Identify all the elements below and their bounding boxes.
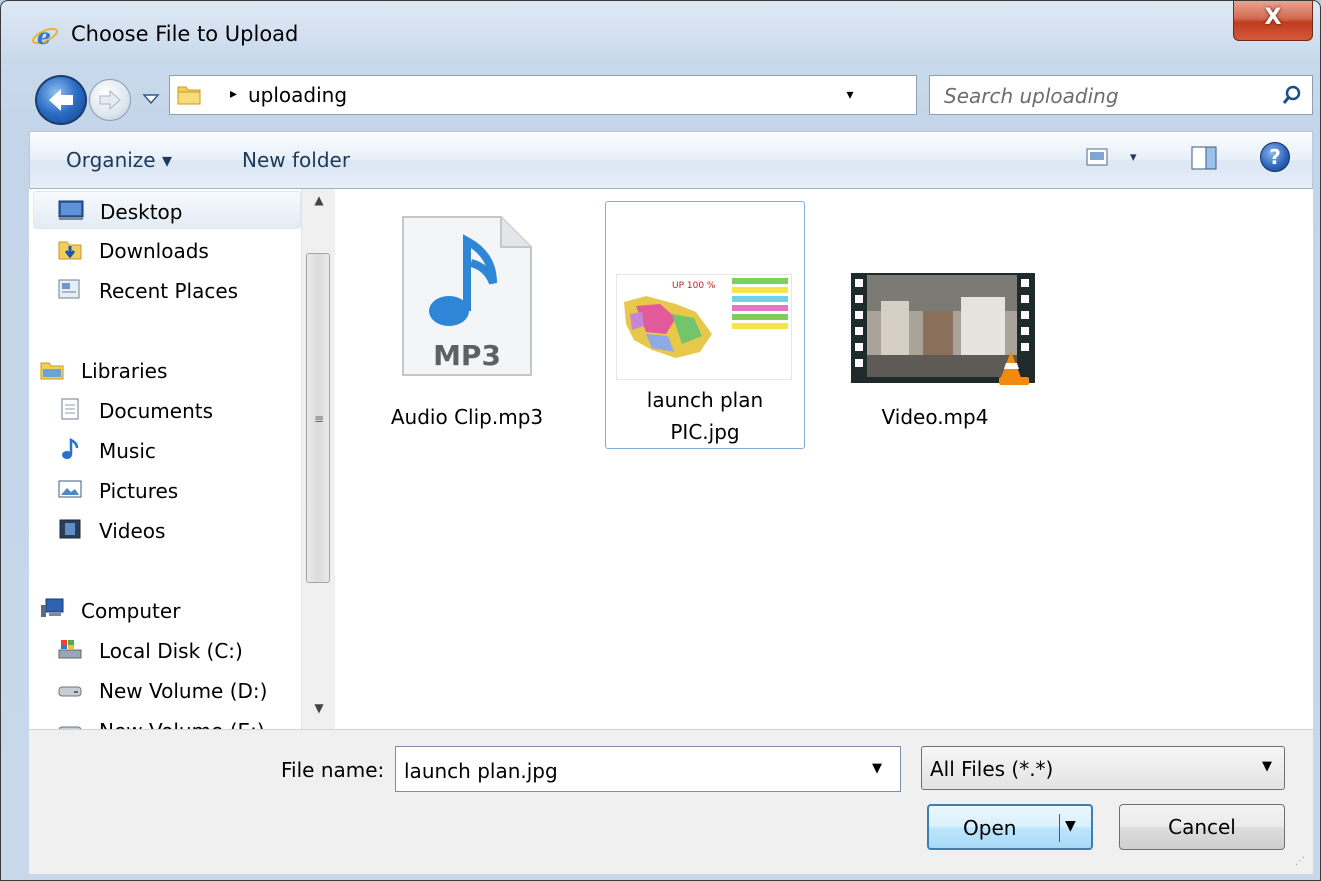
sidebar-item-new-volume-d[interactable]: New Volume (D:) xyxy=(33,671,301,709)
sidebar-item-label: Videos xyxy=(99,519,166,543)
navigation-pane: Desktop Downloads Recent Places Librarie… xyxy=(29,189,335,729)
address-dropdown-icon[interactable]: ▾ xyxy=(838,83,862,107)
back-button[interactable] xyxy=(35,75,87,125)
forward-button[interactable] xyxy=(89,79,131,121)
sidebar-item-label: Pictures xyxy=(99,479,179,503)
computer-icon xyxy=(41,598,64,617)
scroll-up-arrow-icon[interactable]: ▲ xyxy=(302,193,336,213)
dialog-footer: File name: launch plan.jpg ▼ All Files (… xyxy=(29,729,1313,874)
file-name-line-1: launch plan xyxy=(646,388,764,412)
sidebar-item-label: Libraries xyxy=(81,359,168,383)
open-options-dropdown-icon[interactable]: ▼ xyxy=(1065,818,1076,834)
sidebar-item-music[interactable]: Music xyxy=(33,431,301,469)
thumbnail-caption: UP 100 % xyxy=(672,281,716,291)
new-folder-button[interactable]: New folder xyxy=(242,148,350,172)
folder-icon xyxy=(177,86,201,105)
command-toolbar: Organize ▾ New folder ▾ ? xyxy=(29,131,1313,189)
help-button[interactable]: ? xyxy=(1260,142,1290,172)
file-name: Audio Clip.mp3 xyxy=(390,405,544,429)
file-list-pane: MP3 Audio Clip.mp3 UP 100 % launch plan xyxy=(335,189,1313,729)
sidebar-item-label: New Volume (D:) xyxy=(99,679,268,703)
sidebar-item-libraries[interactable]: Libraries xyxy=(33,351,301,389)
pictures-icon xyxy=(58,480,82,498)
breadcrumb-current-folder[interactable]: uploading xyxy=(248,83,347,107)
file-name-value[interactable]: launch plan.jpg xyxy=(404,759,558,783)
file-name-line-2: PIC.jpg xyxy=(670,420,740,444)
window-title: Choose File to Upload xyxy=(71,22,299,46)
sidebar-item-videos[interactable]: Videos xyxy=(33,511,301,549)
libraries-icon xyxy=(40,362,64,380)
file-type-dropdown-icon[interactable]: ▼ xyxy=(1262,759,1272,774)
preview-pane-icon[interactable] xyxy=(1190,144,1218,172)
sidebar-item-label: New Volume (E:) xyxy=(99,719,265,729)
sidebar-item-label: Music xyxy=(99,439,156,463)
change-view-icon[interactable] xyxy=(1086,148,1108,166)
breadcrumb-separator-icon[interactable]: ▸ xyxy=(230,86,237,102)
file-name-label: File name: xyxy=(281,758,385,782)
sidebar-item-recent-places[interactable]: Recent Places xyxy=(33,271,301,309)
sidebar-item-local-disk-c[interactable]: Local Disk (C:) xyxy=(33,631,301,669)
sidebar-item-desktop[interactable]: Desktop xyxy=(33,191,301,229)
cancel-button[interactable]: Cancel xyxy=(1119,804,1285,850)
sidebar-item-computer[interactable]: Computer xyxy=(33,591,301,629)
sidebar-item-label: Desktop xyxy=(100,200,183,224)
drive-icon xyxy=(58,726,82,729)
sidebar-item-label: Downloads xyxy=(99,239,209,263)
svg-text:e: e xyxy=(37,24,51,49)
internet-explorer-icon: e xyxy=(32,24,58,49)
file-item-audio-clip[interactable]: MP3 Audio Clip.mp3 xyxy=(367,201,567,449)
recent-places-icon xyxy=(58,279,80,299)
help-icon: ? xyxy=(1269,145,1281,169)
desktop-icon xyxy=(58,200,84,220)
view-options-dropdown-icon[interactable]: ▾ xyxy=(1130,150,1137,165)
sidebar-item-pictures[interactable]: Pictures xyxy=(33,471,301,509)
image-thumbnail-icon: UP 100 % xyxy=(616,274,792,380)
file-type-select[interactable]: All Files (*.*) ▼ xyxy=(921,746,1285,790)
file-upload-dialog: e Choose File to Upload X ▸ uploading ▾ … xyxy=(0,0,1321,881)
file-name: Video.mp4 xyxy=(881,405,989,429)
search-input[interactable]: Search uploading xyxy=(944,84,1119,108)
sidebar-item-label: Computer xyxy=(81,599,181,623)
open-button[interactable]: Open ▼ xyxy=(927,804,1093,850)
search-box[interactable]: Search uploading xyxy=(929,75,1313,115)
sidebar-item-label: Recent Places xyxy=(99,279,239,303)
scroll-thumb[interactable]: ≡ xyxy=(306,253,330,583)
title-bar: e Choose File to Upload X xyxy=(1,1,1320,67)
music-icon xyxy=(62,437,79,459)
sidebar-item-documents[interactable]: Documents xyxy=(33,391,301,429)
file-type-value: All Files (*.*) xyxy=(930,757,1054,781)
sidebar-item-downloads[interactable]: Downloads xyxy=(33,231,301,269)
videos-icon xyxy=(59,519,81,539)
search-icon[interactable] xyxy=(1280,83,1304,107)
forward-arrow-icon xyxy=(99,89,121,111)
navigation-scrollbar[interactable]: ▲ ≡ ▼ xyxy=(301,189,335,729)
close-button[interactable]: X xyxy=(1233,1,1313,41)
mp3-file-icon: MP3 xyxy=(402,216,532,376)
file-name-field[interactable]: launch plan.jpg ▼ xyxy=(395,746,901,792)
sidebar-item-label: Documents xyxy=(99,399,214,423)
split-divider xyxy=(1059,814,1060,842)
local-disk-icon xyxy=(58,640,82,659)
file-name-dropdown-icon[interactable]: ▼ xyxy=(872,761,882,776)
cancel-button-label: Cancel xyxy=(1168,815,1236,839)
documents-icon xyxy=(61,398,79,420)
scroll-down-arrow-icon[interactable]: ▼ xyxy=(302,701,336,721)
downloads-folder-icon xyxy=(58,241,82,260)
recent-locations-dropdown-icon[interactable] xyxy=(141,91,161,107)
file-item-launch-plan[interactable]: UP 100 % launch plan PIC.jpg xyxy=(605,201,805,449)
file-item-video[interactable]: Video.mp4 xyxy=(835,201,1035,449)
close-icon: X xyxy=(1264,5,1282,30)
organize-menu-button[interactable]: Organize ▾ xyxy=(66,148,172,172)
scroll-grip-icon: ≡ xyxy=(314,412,325,426)
back-arrow-icon xyxy=(49,89,73,111)
resize-grip-icon[interactable]: ⋰ xyxy=(1295,856,1305,867)
mp3-badge: MP3 xyxy=(433,339,501,372)
address-bar[interactable]: ▸ uploading ▾ ↻ xyxy=(169,75,1071,115)
open-button-label: Open xyxy=(963,816,1017,840)
video-thumbnail-icon xyxy=(851,273,1035,385)
sidebar-item-label: Local Disk (C:) xyxy=(99,639,243,663)
drive-icon xyxy=(58,686,82,697)
sidebar-item-new-volume-e[interactable]: New Volume (E:) xyxy=(33,711,301,729)
